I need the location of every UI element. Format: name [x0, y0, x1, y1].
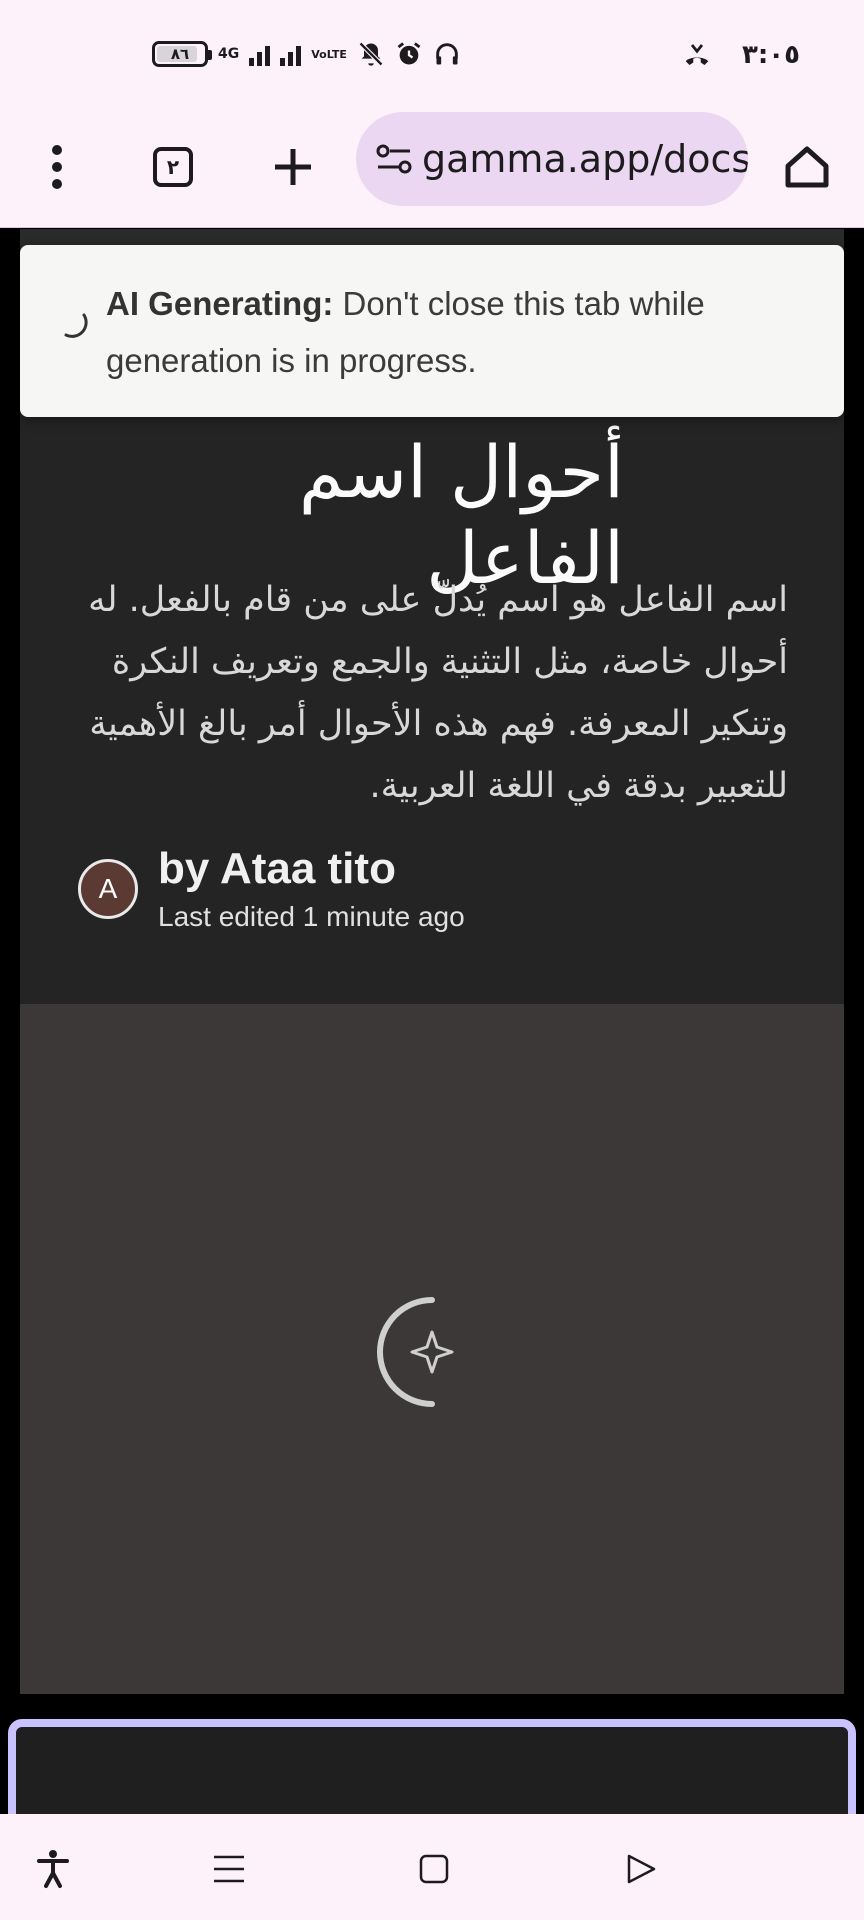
- image-placeholder: [20, 1004, 844, 1694]
- recents-icon: [214, 1855, 244, 1883]
- system-nav-bar: [0, 1814, 864, 1920]
- home-icon: [785, 146, 829, 188]
- toast-title: AI Generating:: [106, 285, 334, 322]
- loading-sparkle-icon: [377, 1297, 454, 1407]
- signal-icon-2: [280, 42, 302, 66]
- address-bar[interactable]: gamma.app/docs: [356, 112, 748, 206]
- author-block: A by Ataa tito Last edited 1 minute ago: [78, 844, 465, 933]
- accessibility-button[interactable]: [28, 1844, 78, 1894]
- battery-level: ٨٦: [170, 45, 190, 63]
- headphones-icon: [436, 43, 458, 65]
- plus-icon: [275, 149, 311, 185]
- ai-generating-toast: AI Generating: Don't close this tab whil…: [20, 245, 844, 417]
- status-icons-left: ٨٦ 4G VoLTE: [152, 40, 461, 68]
- volte-icon: VoLTE: [311, 47, 347, 61]
- status-bar: ٨٦ 4G VoLTE ٣:٠٥: [0, 0, 864, 110]
- doc-description: اسم الفاعل هو اسم يُدلّ على من قام بالفع…: [88, 580, 788, 806]
- tab-count: ٢: [153, 147, 193, 187]
- signal-icon: [249, 42, 271, 66]
- home-nav-button[interactable]: [409, 1844, 459, 1894]
- status-icons-right: ٣:٠٥: [682, 40, 800, 70]
- alarm-icon: [397, 42, 421, 65]
- site-settings-icon: [376, 144, 412, 174]
- more-vert-icon: [52, 145, 62, 189]
- clock: ٣:٠٥: [741, 40, 800, 70]
- toast-message: AI Generating: Don't close this tab whil…: [106, 275, 826, 389]
- next-card: [8, 1719, 856, 1814]
- home-button[interactable]: [772, 132, 842, 202]
- back-button[interactable]: [616, 1844, 666, 1894]
- spinner-icon: [60, 303, 94, 349]
- network-type: 4G: [218, 46, 240, 62]
- back-triangle-icon: [627, 1854, 656, 1884]
- accessibility-icon: [37, 1850, 69, 1888]
- url-text: gamma.app/docs: [422, 137, 748, 181]
- battery-icon: ٨٦: [152, 41, 212, 67]
- menu-button[interactable]: [22, 132, 92, 202]
- avatar[interactable]: A: [78, 859, 138, 920]
- new-tab-button[interactable]: [258, 132, 328, 202]
- author-name: by Ataa tito: [158, 844, 396, 893]
- recent-apps-button[interactable]: [204, 1844, 254, 1894]
- last-edited: Last edited 1 minute ago: [158, 901, 465, 933]
- page-content: أحوال اسم الفاعل اسم الفاعل هو اسم يُدلّ…: [0, 229, 864, 1814]
- tab-switcher-button[interactable]: ٢: [138, 132, 208, 202]
- call-icon: [685, 44, 709, 65]
- mute-bell-icon: [358, 41, 384, 67]
- square-icon: [419, 1854, 449, 1884]
